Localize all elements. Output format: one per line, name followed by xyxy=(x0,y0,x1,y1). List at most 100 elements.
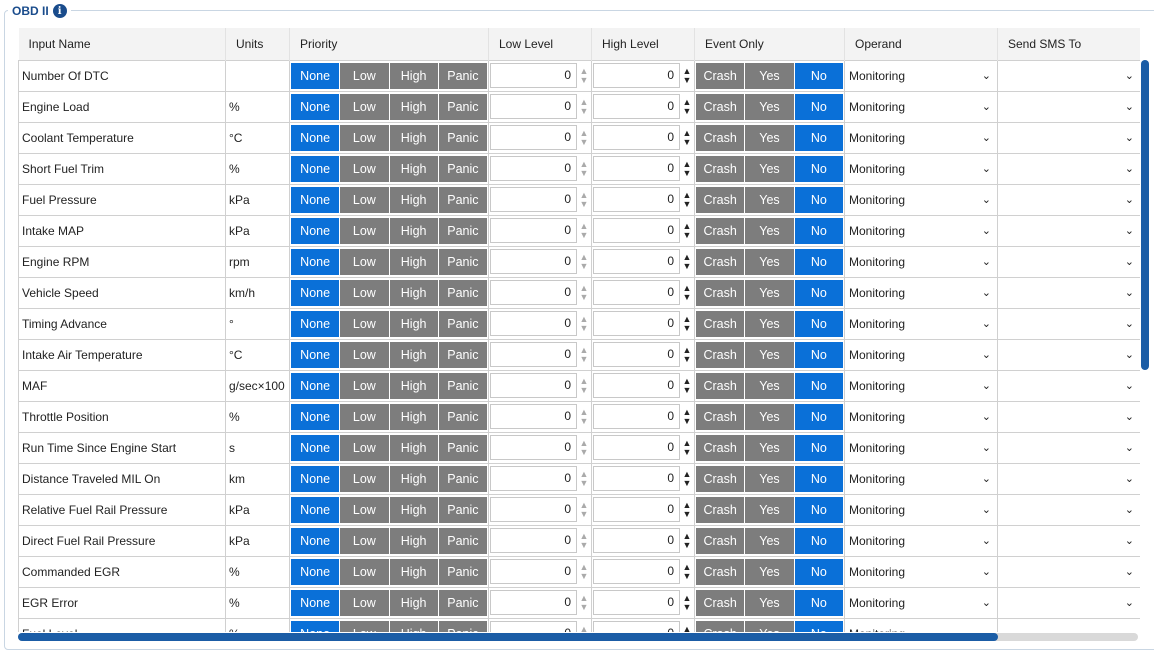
chevron-down-icon[interactable]: ⌄ xyxy=(1125,627,1134,632)
low-level-spinner[interactable]: ▲▼ xyxy=(577,218,591,243)
chevron-down-icon[interactable]: ⌄ xyxy=(1125,162,1134,175)
vertical-scrollbar[interactable] xyxy=(1141,60,1149,370)
chevron-down-icon[interactable]: ▼ xyxy=(683,292,692,302)
event-no-button[interactable]: No xyxy=(794,310,843,337)
chevron-down-icon[interactable]: ⌄ xyxy=(982,441,991,454)
event-no-button[interactable]: No xyxy=(794,186,843,213)
event-yes-button[interactable]: Yes xyxy=(745,341,794,368)
event-crash-button[interactable]: Crash xyxy=(696,403,745,430)
chevron-down-icon[interactable]: ⌄ xyxy=(1125,348,1134,361)
chevron-down-icon[interactable]: ⌄ xyxy=(1125,100,1134,113)
operand-select[interactable]: Monitoring ⌄ xyxy=(844,152,998,185)
event-yes-button[interactable]: Yes xyxy=(745,248,794,275)
event-yes-button[interactable]: Yes xyxy=(745,496,794,523)
chevron-down-icon[interactable]: ▼ xyxy=(580,75,589,85)
event-yes-button[interactable]: Yes xyxy=(745,434,794,461)
event-no-button[interactable]: No xyxy=(794,589,843,616)
event-crash-button[interactable]: Crash xyxy=(696,217,745,244)
event-crash-button[interactable]: Crash xyxy=(696,186,745,213)
high-level-spinner[interactable]: ▲▼ xyxy=(680,218,694,243)
priority-high-button[interactable]: High xyxy=(389,465,438,492)
priority-low-button[interactable]: Low xyxy=(340,434,389,461)
priority-low-button[interactable]: Low xyxy=(340,527,389,554)
high-level-spinner[interactable]: ▲▼ xyxy=(680,621,694,632)
priority-panic-button[interactable]: Panic xyxy=(438,310,487,337)
operand-select[interactable]: Monitoring ⌄ xyxy=(844,183,998,216)
low-level-spinner[interactable]: ▲▼ xyxy=(577,404,591,429)
low-level-input[interactable]: 0 xyxy=(490,497,577,522)
chevron-down-icon[interactable]: ▼ xyxy=(580,416,589,426)
chevron-down-icon[interactable]: ▼ xyxy=(683,230,692,240)
event-yes-button[interactable]: Yes xyxy=(745,155,794,182)
chevron-down-icon[interactable]: ⌄ xyxy=(982,224,991,237)
high-level-spinner[interactable]: ▲▼ xyxy=(680,373,694,398)
chevron-down-icon[interactable]: ▼ xyxy=(683,323,692,333)
event-yes-button[interactable]: Yes xyxy=(745,465,794,492)
chevron-down-icon[interactable]: ⌄ xyxy=(1125,472,1134,485)
operand-select[interactable]: Monitoring ⌄ xyxy=(844,307,998,340)
priority-high-button[interactable]: High xyxy=(389,248,438,275)
priority-low-button[interactable]: Low xyxy=(340,589,389,616)
low-level-spinner[interactable]: ▲▼ xyxy=(577,528,591,553)
operand-select[interactable]: Monitoring ⌄ xyxy=(844,400,998,433)
priority-panic-button[interactable]: Panic xyxy=(438,465,487,492)
chevron-down-icon[interactable]: ⌄ xyxy=(982,379,991,392)
chevron-down-icon[interactable]: ⌄ xyxy=(982,131,991,144)
send-sms-to-select[interactable]: ⌄ xyxy=(997,276,1140,309)
priority-panic-button[interactable]: Panic xyxy=(438,186,487,213)
event-no-button[interactable]: No xyxy=(794,620,843,632)
operand-select[interactable]: Monitoring ⌄ xyxy=(844,617,998,632)
chevron-down-icon[interactable]: ▼ xyxy=(683,447,692,457)
priority-none-button[interactable]: None xyxy=(291,558,340,585)
priority-high-button[interactable]: High xyxy=(389,186,438,213)
low-level-input[interactable]: 0 xyxy=(490,280,577,305)
priority-none-button[interactable]: None xyxy=(291,527,340,554)
send-sms-to-select[interactable]: ⌄ xyxy=(997,431,1140,464)
priority-low-button[interactable]: Low xyxy=(340,93,389,120)
priority-low-button[interactable]: Low xyxy=(340,186,389,213)
send-sms-to-select[interactable]: ⌄ xyxy=(997,90,1140,123)
low-level-input[interactable]: 0 xyxy=(490,187,577,212)
high-level-input[interactable]: 0 xyxy=(593,404,680,429)
chevron-down-icon[interactable]: ▼ xyxy=(683,354,692,364)
chevron-down-icon[interactable]: ⌄ xyxy=(982,348,991,361)
low-level-input[interactable]: 0 xyxy=(490,218,577,243)
high-level-input[interactable]: 0 xyxy=(593,156,680,181)
high-level-spinner[interactable]: ▲▼ xyxy=(680,342,694,367)
low-level-spinner[interactable]: ▲▼ xyxy=(577,311,591,336)
priority-panic-button[interactable]: Panic xyxy=(438,341,487,368)
col-header-high-level[interactable]: High Level xyxy=(591,28,695,60)
chevron-down-icon[interactable]: ⌄ xyxy=(982,503,991,516)
chevron-down-icon[interactable]: ⌄ xyxy=(1125,317,1134,330)
send-sms-to-select[interactable]: ⌄ xyxy=(997,245,1140,278)
priority-high-button[interactable]: High xyxy=(389,124,438,151)
priority-low-button[interactable]: Low xyxy=(340,217,389,244)
chevron-down-icon[interactable]: ⌄ xyxy=(1125,69,1134,82)
priority-high-button[interactable]: High xyxy=(389,403,438,430)
low-level-spinner[interactable]: ▲▼ xyxy=(577,156,591,181)
priority-low-button[interactable]: Low xyxy=(340,124,389,151)
high-level-spinner[interactable]: ▲▼ xyxy=(680,528,694,553)
priority-none-button[interactable]: None xyxy=(291,310,340,337)
chevron-down-icon[interactable]: ⌄ xyxy=(982,100,991,113)
event-yes-button[interactable]: Yes xyxy=(745,620,794,632)
high-level-spinner[interactable]: ▲▼ xyxy=(680,590,694,615)
chevron-down-icon[interactable]: ⌄ xyxy=(1125,441,1134,454)
priority-low-button[interactable]: Low xyxy=(340,465,389,492)
chevron-down-icon[interactable]: ▼ xyxy=(683,540,692,550)
low-level-input[interactable]: 0 xyxy=(490,435,577,460)
priority-low-button[interactable]: Low xyxy=(340,496,389,523)
chevron-down-icon[interactable]: ⌄ xyxy=(1125,286,1134,299)
chevron-down-icon[interactable]: ▼ xyxy=(683,385,692,395)
priority-panic-button[interactable]: Panic xyxy=(438,62,487,89)
chevron-down-icon[interactable]: ▼ xyxy=(580,261,589,271)
operand-select[interactable]: Monitoring ⌄ xyxy=(844,555,998,588)
chevron-down-icon[interactable]: ▼ xyxy=(580,354,589,364)
event-yes-button[interactable]: Yes xyxy=(745,124,794,151)
event-no-button[interactable]: No xyxy=(794,434,843,461)
high-level-spinner[interactable]: ▲▼ xyxy=(680,187,694,212)
priority-panic-button[interactable]: Panic xyxy=(438,155,487,182)
chevron-up-icon[interactable]: ▲ xyxy=(683,624,692,632)
event-no-button[interactable]: No xyxy=(794,124,843,151)
event-no-button[interactable]: No xyxy=(794,496,843,523)
